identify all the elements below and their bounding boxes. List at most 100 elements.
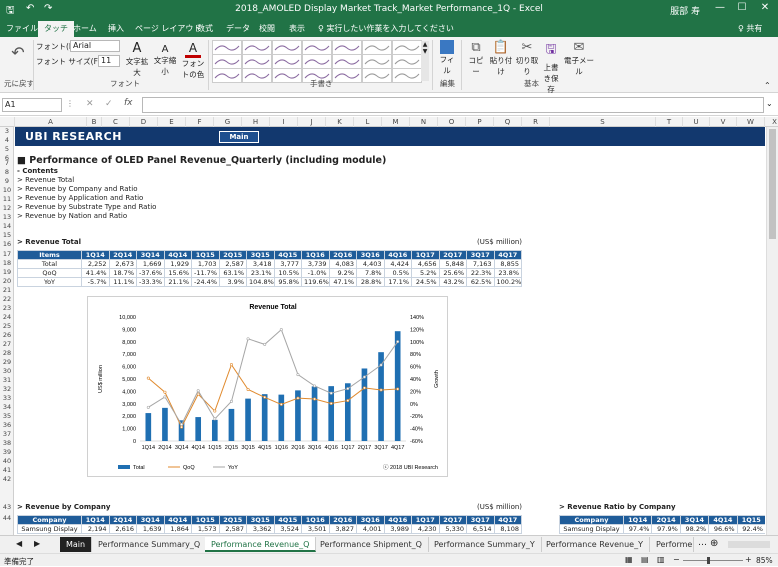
contents-item[interactable]: > Revenue by Substrate Type and Ratio: [17, 203, 156, 211]
row-label[interactable]: Total: [17, 259, 82, 269]
ink-pen-swatch[interactable]: [362, 68, 392, 83]
table-cell[interactable]: 119.6%: [301, 277, 330, 287]
ink-pen-swatch[interactable]: [212, 54, 242, 69]
line-qoq[interactable]: [147, 363, 398, 429]
bar-total-4Q15[interactable]: [261, 394, 268, 441]
ink-pen-swatch[interactable]: [242, 68, 272, 83]
zoom-out-icon[interactable]: −: [673, 555, 680, 564]
ink-pen-swatch[interactable]: [302, 40, 332, 55]
bar-total-3Q16[interactable]: [311, 386, 318, 441]
tab-2[interactable]: ホーム: [73, 23, 97, 34]
column-header-L[interactable]: L: [354, 117, 382, 127]
tab-6[interactable]: データ: [226, 23, 250, 34]
column-header-X[interactable]: X: [765, 117, 778, 127]
share-button[interactable]: ♀ 共有: [738, 23, 762, 34]
ink-pen-swatch[interactable]: [212, 40, 242, 55]
collapse-ribbon-icon[interactable]: ⌃: [764, 81, 771, 90]
row-header-5[interactable]: 5: [0, 145, 14, 153]
row-header-8[interactable]: 8: [0, 168, 14, 176]
row-header-26[interactable]: 26: [0, 331, 14, 339]
row-header-31[interactable]: 31: [0, 376, 14, 384]
contents-item[interactable]: > Revenue by Company and Ratio: [17, 185, 138, 193]
table-cell[interactable]: 8,855: [493, 259, 522, 269]
row-header-12[interactable]: 12: [0, 204, 14, 212]
row-header-35[interactable]: 35: [0, 412, 14, 420]
table-cell[interactable]: 4,083: [328, 259, 357, 269]
bar-total-3Q15[interactable]: [245, 398, 251, 441]
scroll-thumb[interactable]: [769, 129, 776, 239]
ink-pen-swatch[interactable]: [272, 40, 302, 55]
sheet-tab-2[interactable]: Performance Revenue_Q: [205, 537, 317, 552]
table-cell[interactable]: 3,827: [328, 524, 357, 534]
row-label[interactable]: YoY: [17, 277, 82, 287]
ink-pen-swatch[interactable]: [332, 40, 362, 55]
vertical-scrollbar[interactable]: [766, 127, 778, 535]
sheet-tab-6[interactable]: Performe: [650, 537, 694, 552]
row-header-29[interactable]: 29: [0, 358, 14, 366]
column-header-B[interactable]: B: [87, 117, 102, 127]
table-cell[interactable]: 17.1%: [383, 277, 412, 287]
table-cell[interactable]: 1,864: [163, 524, 192, 534]
table-cell[interactable]: 25.6%: [438, 268, 467, 278]
row-header-34[interactable]: 34: [0, 403, 14, 411]
row-header-19[interactable]: 19: [0, 268, 14, 276]
row-header-33[interactable]: 33: [0, 394, 14, 402]
cut-button[interactable]: ✂ 切り取り: [515, 40, 539, 77]
table-cell[interactable]: 3,524: [273, 524, 302, 534]
row-header-24[interactable]: 24: [0, 313, 14, 321]
ink-pen-swatch[interactable]: [212, 68, 242, 83]
row-header-32[interactable]: 32: [0, 385, 14, 393]
font-color-button[interactable]: A フォントの色: [181, 41, 205, 80]
tab-0[interactable]: ファイル: [6, 23, 38, 34]
table-cell[interactable]: -33.3%: [136, 277, 165, 287]
column-header-A[interactable]: A: [15, 117, 87, 127]
table-cell[interactable]: 15.6%: [163, 268, 192, 278]
table-cell[interactable]: 3,418: [246, 259, 275, 269]
table-cell[interactable]: 23.1%: [246, 268, 275, 278]
font-size-box[interactable]: 11: [98, 55, 120, 67]
table-cell[interactable]: 5,848: [438, 259, 467, 269]
row-header-28[interactable]: 28: [0, 349, 14, 357]
maximize-button[interactable]: ☐: [732, 2, 752, 13]
column-header-I[interactable]: I: [270, 117, 298, 127]
save-button[interactable]: 🖫 上書き保存: [541, 40, 561, 95]
column-header-N[interactable]: N: [410, 117, 438, 127]
ink-pen-swatch[interactable]: [302, 54, 332, 69]
row-label[interactable]: Samsung Display: [17, 524, 82, 534]
sheet-tab-5[interactable]: Performance Revenue_Y: [540, 537, 650, 552]
table-cell[interactable]: 3,362: [246, 524, 275, 534]
table-cell[interactable]: 2,587: [218, 524, 247, 534]
column-header-K[interactable]: K: [326, 117, 354, 127]
sheet-tab-3[interactable]: Performance Shipment_Q: [314, 537, 429, 552]
table-cell[interactable]: 0.5%: [383, 268, 412, 278]
column-header-E[interactable]: E: [158, 117, 186, 127]
table-cell[interactable]: 1,573: [191, 524, 220, 534]
bar-total-4Q14[interactable]: [195, 417, 202, 441]
row-header-3[interactable]: 3: [0, 127, 14, 135]
table-cell[interactable]: 3,739: [301, 259, 330, 269]
row-header-4[interactable]: 4: [0, 136, 14, 144]
add-sheet-icon[interactable]: ⊕: [710, 538, 718, 549]
normal-view-icon[interactable]: ▦: [625, 555, 633, 564]
zoom-slider[interactable]: [683, 560, 743, 561]
table-cell[interactable]: -11.7%: [191, 268, 220, 278]
ink-pen-swatch[interactable]: [362, 54, 392, 69]
table-cell[interactable]: 24.5%: [411, 277, 440, 287]
ink-pen-swatch[interactable]: [392, 40, 422, 55]
table-cell[interactable]: -24.4%: [191, 277, 220, 287]
paste-button[interactable]: 📋 貼り付け: [489, 40, 513, 77]
select-all-corner[interactable]: [0, 117, 15, 127]
ink-pen-swatch[interactable]: [392, 68, 422, 83]
email-button[interactable]: ✉ 電子メール: [564, 40, 594, 77]
row-header-9[interactable]: 9: [0, 177, 14, 185]
column-header-P[interactable]: P: [466, 117, 494, 127]
column-header-S[interactable]: S: [550, 117, 656, 127]
column-header-R[interactable]: R: [522, 117, 550, 127]
tab-4[interactable]: ページ レイアウト: [135, 23, 201, 34]
name-box[interactable]: A1: [2, 98, 62, 112]
contents-item[interactable]: > Revenue by Application and Ratio: [17, 194, 143, 202]
table-cell[interactable]: 23.8%: [493, 268, 522, 278]
column-header-M[interactable]: M: [382, 117, 410, 127]
page-layout-icon[interactable]: ▤: [641, 555, 649, 564]
row-header-40[interactable]: 40: [0, 457, 14, 465]
